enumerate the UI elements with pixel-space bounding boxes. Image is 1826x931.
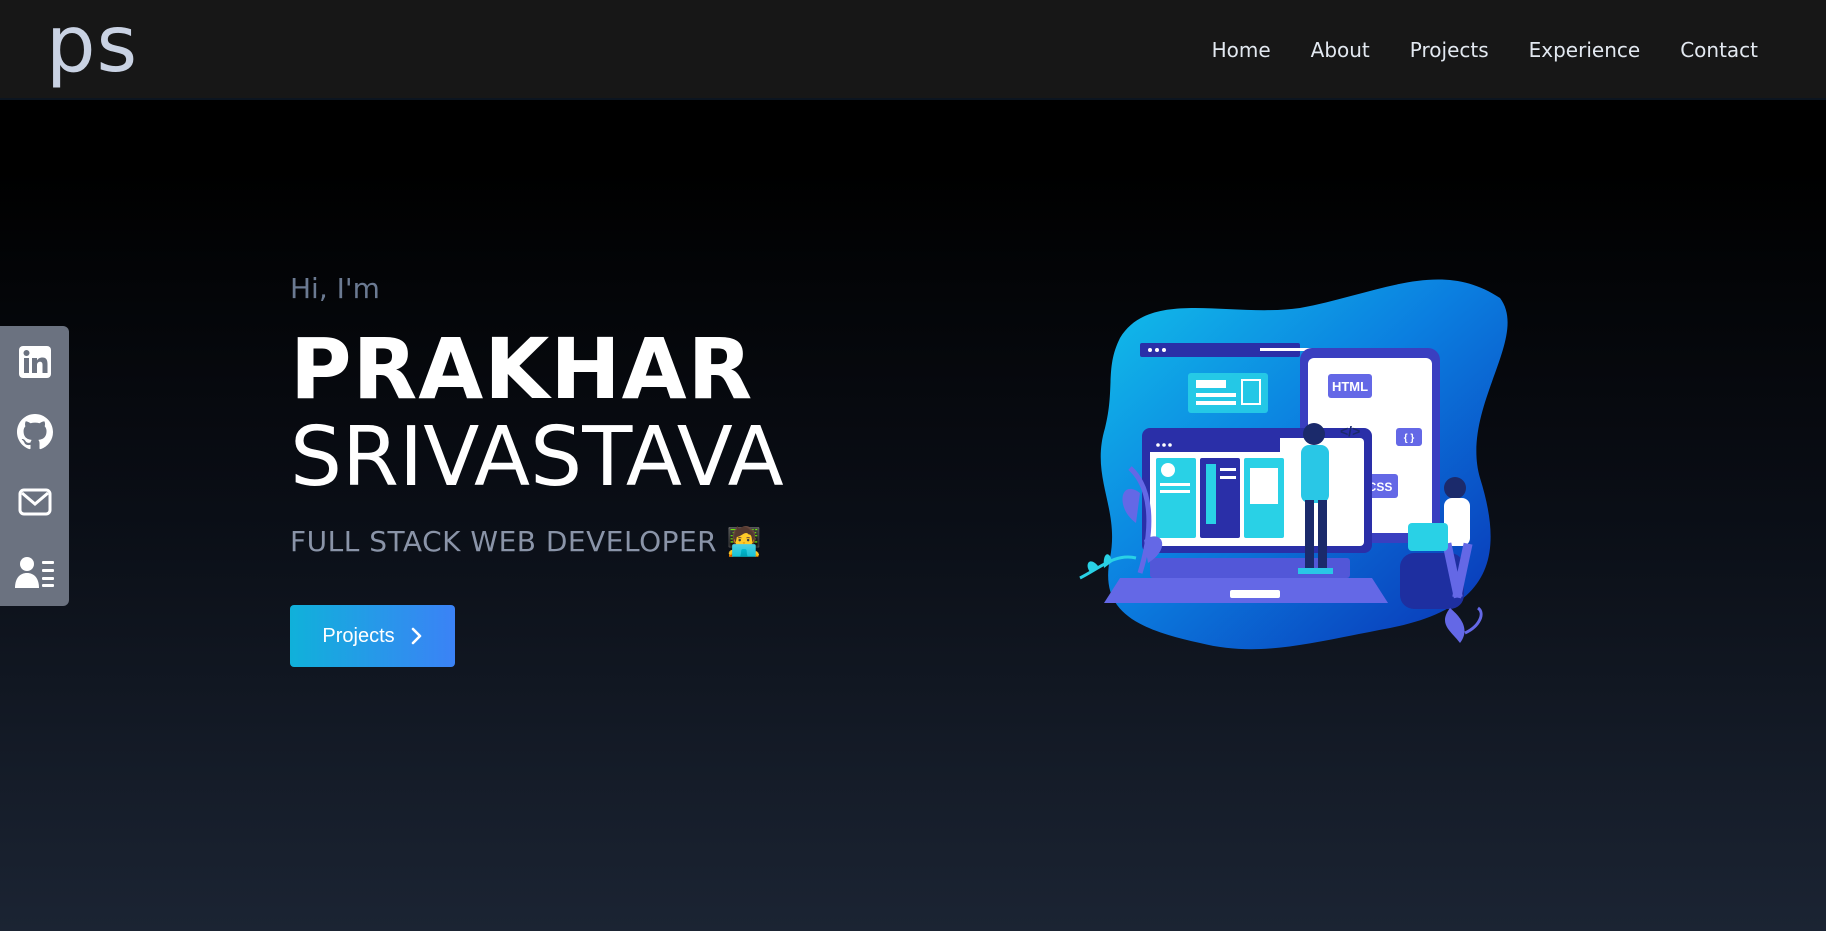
chevron-right-icon bbox=[411, 627, 421, 645]
html-tag: HTML bbox=[1332, 379, 1368, 394]
nav-about[interactable]: About bbox=[1311, 38, 1370, 62]
developer-illustration: HTML { } CSS </> bbox=[1079, 279, 1508, 650]
code-tag: </> bbox=[1340, 423, 1360, 439]
hero-illustration: HTML { } CSS </> bbox=[1060, 278, 1520, 662]
nav-experience[interactable]: Experience bbox=[1529, 38, 1641, 62]
navbar: ps Home About Projects Experience Contac… bbox=[0, 0, 1826, 100]
hero-first-name: PRAKHAR bbox=[290, 320, 754, 418]
nav-menu: Home About Projects Experience Contact bbox=[1212, 38, 1758, 62]
resume-link[interactable] bbox=[14, 550, 55, 594]
technologist-emoji-icon: 🧑‍💻 bbox=[726, 525, 762, 558]
hero-role: FULL STACK WEB DEVELOPER 🧑‍💻 bbox=[290, 525, 784, 558]
linkedin-link[interactable] bbox=[15, 340, 55, 384]
linkedin-icon bbox=[18, 346, 51, 378]
social-sidebar bbox=[0, 326, 69, 606]
github-icon bbox=[16, 414, 53, 450]
hero-role-text: FULL STACK WEB DEVELOPER bbox=[290, 525, 718, 558]
hero-greeting: Hi, I'm bbox=[290, 272, 380, 305]
projects-button-label: Projects bbox=[322, 624, 395, 647]
resume-icon bbox=[14, 557, 54, 588]
github-link[interactable] bbox=[15, 410, 55, 454]
mail-link[interactable] bbox=[15, 480, 55, 524]
logo[interactable]: ps bbox=[46, 6, 138, 84]
nav-contact[interactable]: Contact bbox=[1680, 38, 1758, 62]
hero-section: Hi, I'm PRAKHAR SRIVASTAVA FULL STACK WE… bbox=[290, 272, 784, 558]
hero-last-name: SRIVASTAVA bbox=[290, 410, 784, 505]
braces-tag: { } bbox=[1404, 433, 1415, 444]
nav-home[interactable]: Home bbox=[1212, 38, 1271, 62]
projects-button[interactable]: Projects bbox=[290, 605, 455, 667]
nav-projects[interactable]: Projects bbox=[1410, 38, 1489, 62]
mail-icon bbox=[18, 488, 51, 516]
